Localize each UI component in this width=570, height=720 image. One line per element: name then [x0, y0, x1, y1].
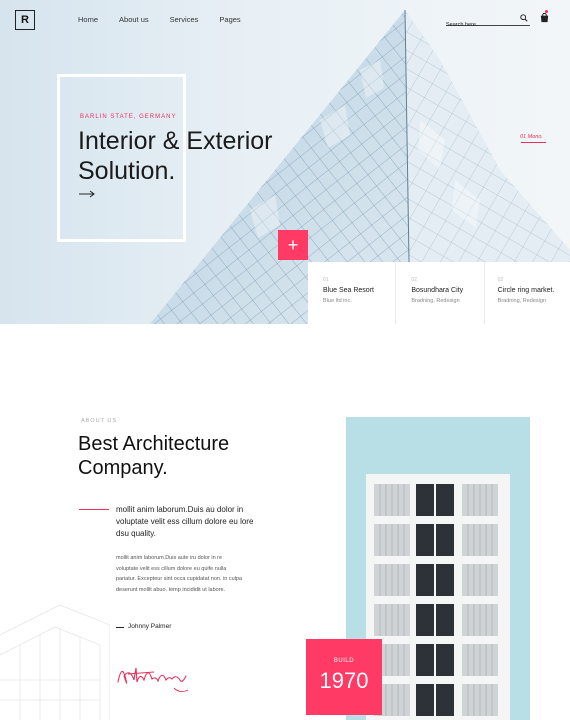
nav-item-about-us[interactable]: About us: [119, 15, 149, 24]
project-cards: 01 Blue Sea Resort Blue Itd inc. 02 Bosu…: [308, 262, 570, 324]
logo-letter: R: [21, 14, 29, 26]
build-label: BUILD: [333, 658, 355, 664]
project-tags: Bradning, Redesign: [411, 298, 460, 304]
author-name: Johnny Palmer: [128, 623, 172, 630]
hero-title-line2: Solution.: [78, 157, 176, 185]
project-title: Circle ring market.: [497, 287, 555, 294]
search-icon[interactable]: [520, 14, 528, 22]
project-tags: Blue Itd inc.: [323, 298, 352, 304]
arrow-right-icon[interactable]: [79, 190, 95, 198]
nav-item-pages[interactable]: Pages: [219, 15, 240, 24]
about-title: Best Architecture Company.: [78, 432, 229, 480]
signature-image: [117, 667, 189, 693]
project-number: 01: [323, 277, 329, 283]
nav-item-services[interactable]: Services: [170, 15, 199, 24]
plus-button[interactable]: +: [278, 230, 308, 260]
cart-count-dot: [545, 10, 548, 13]
search-input[interactable]: [446, 22, 516, 28]
search-box: [446, 13, 530, 28]
project-tags: Bradning, Redesign: [497, 298, 546, 304]
hero-title-line1: Interior & Exterior: [78, 127, 273, 155]
hero-title: Interior & Exterior Solution.: [78, 126, 273, 186]
project-card[interactable]: 02 Bosundhara City Bradning, Redesign: [396, 262, 485, 324]
project-number: 03: [497, 277, 504, 283]
project-number: 02: [411, 277, 417, 283]
accent-divider: [79, 509, 109, 510]
main-nav: Home About us Services Pages: [78, 15, 262, 24]
hero-section: R Home About us Services Pages BARLIN ST…: [0, 0, 570, 324]
nav-item-home[interactable]: Home: [78, 15, 98, 24]
slide-indicator-line: [521, 142, 546, 143]
author-dash: [116, 627, 124, 628]
build-year: 1970: [319, 668, 369, 693]
plus-icon: +: [287, 234, 299, 255]
slide-label: 01 Mono.: [520, 134, 543, 140]
project-card[interactable]: 03 Circle ring market. Bradning, Redesig…: [485, 262, 570, 324]
about-eyebrow: ABOUT US: [81, 418, 118, 424]
building-sketch-illustration: [0, 604, 110, 720]
project-title: Bosundhara City: [411, 287, 464, 294]
about-lead-text: mollit anim laborum.Duis au dolor in vol…: [116, 505, 254, 538]
about-body-text: mollit anim laborum.Duis aute iru dolor …: [116, 555, 242, 593]
project-title: Blue Sea Resort: [323, 287, 374, 294]
hero-eyebrow: BARLIN STATE, GERMANY: [80, 114, 177, 120]
project-card[interactable]: 01 Blue Sea Resort Blue Itd inc.: [308, 262, 397, 324]
cart-icon[interactable]: [539, 12, 550, 23]
about-title-line1: Best Architecture: [78, 433, 230, 455]
build-year-badge: BUILD 1970: [306, 639, 382, 715]
logo[interactable]: R: [15, 10, 35, 30]
about-title-line2: Company.: [78, 457, 168, 479]
